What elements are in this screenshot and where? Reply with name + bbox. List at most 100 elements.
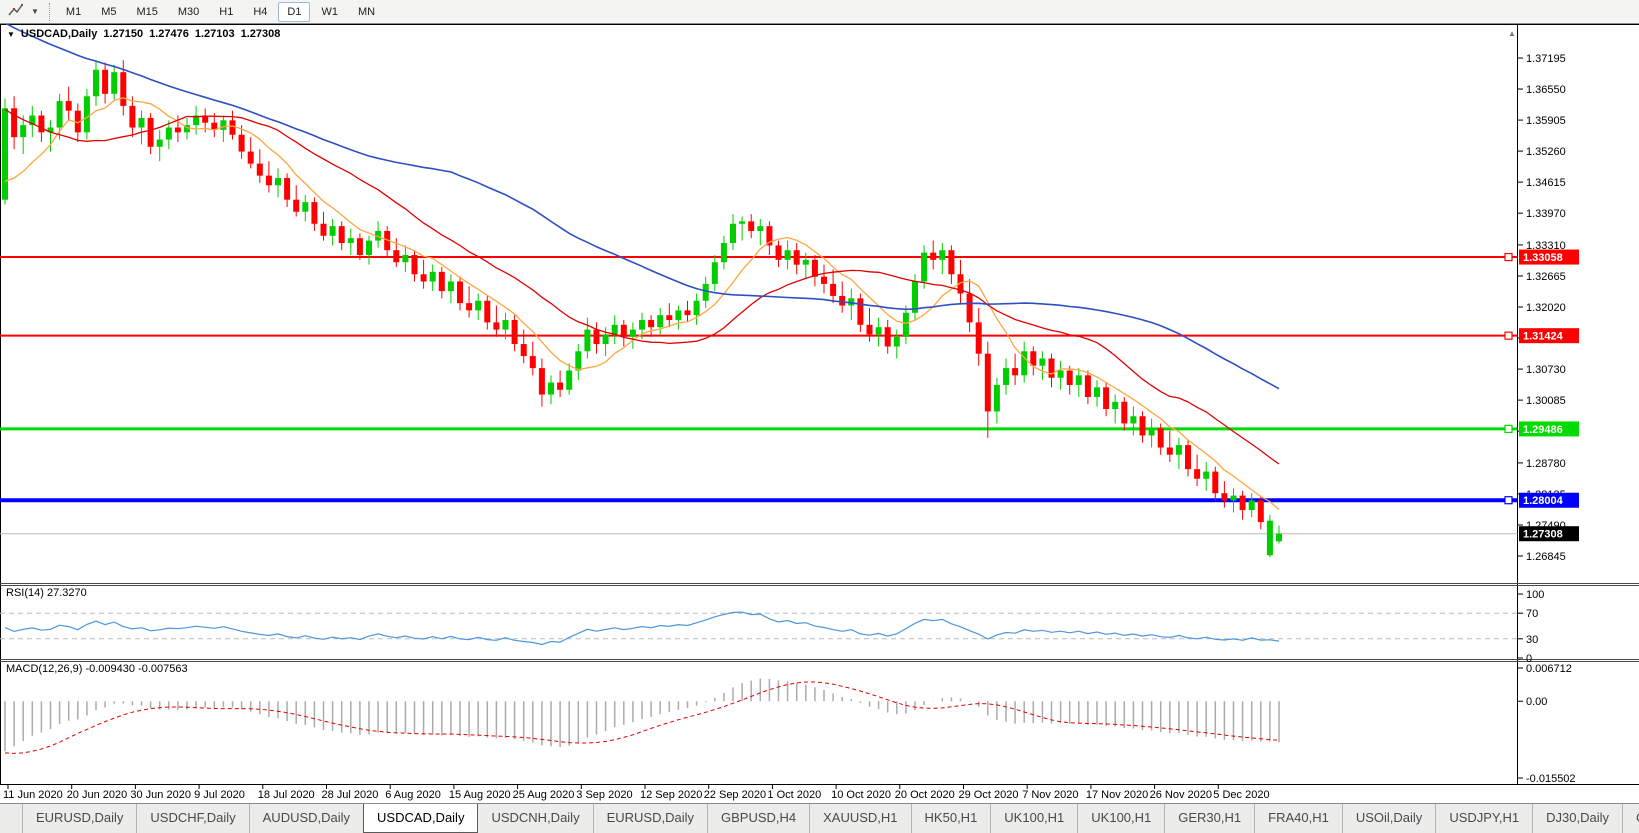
chart-tab[interactable]: USDCNH,Daily [478,804,592,833]
candle [1049,358,1055,377]
candle [812,260,818,277]
chart-header: ▼ USDCAD,Daily 1.27150 1.27476 1.27103 1… [7,28,280,40]
chart-tab[interactable]: FRA40,H1 [1254,804,1342,833]
candle [757,226,763,231]
toolbar-grip-separator [49,3,50,21]
timeframe-button[interactable]: M30 [169,2,208,22]
date-tick-label: 15 Aug 2020 [449,789,511,801]
ohlc-open: 1.27150 [103,28,143,40]
candle [66,101,72,111]
candle [484,301,490,323]
rsi-line [5,612,1279,644]
chart-tab[interactable]: CHINA300,H1 [1622,804,1639,833]
candle [157,140,163,147]
macd-tick-label: 0.00 [1526,696,1547,708]
chart-tab[interactable]: USOil,Daily [1342,804,1435,833]
timeframe-button[interactable]: MN [349,2,384,22]
chart-tab[interactable]: USDCAD,Daily [363,804,478,833]
candle [894,337,900,347]
chart-tab[interactable]: UK100,H1 [1077,804,1164,833]
date-tick-label: 20 Oct 2020 [895,789,955,801]
chart-line-tool-icon [8,3,24,17]
date-tick-label: 12 Sep 2020 [640,789,702,801]
level-price-label-text: 1.33058 [1523,252,1563,264]
rsi-tick-label: 100 [1526,589,1544,601]
candle [1249,500,1255,510]
chart-tab[interactable]: EURUSD,Daily [593,804,707,833]
level-marker[interactable] [1505,425,1512,432]
timeframe-button[interactable]: W1 [312,2,347,22]
candle [20,125,26,137]
timeframe-button[interactable]: D1 [278,2,310,22]
timeframe-button[interactable]: M1 [57,2,90,22]
scroll-up-icon[interactable]: ▲ [1508,29,1516,38]
candle [102,70,108,94]
candle [493,322,499,329]
chart-tab[interactable]: USDCHF,Daily [136,804,248,833]
chart-tool-dropdown-icon[interactable]: ▼ [28,2,42,22]
date-tick-label: 18 Jul 2020 [258,789,315,801]
chart-tab[interactable]: DJ30,Daily [1532,804,1622,833]
chart-tab[interactable]: EURUSD,Daily [22,804,136,833]
chart-tab[interactable]: AUDUSD,Daily [249,804,363,833]
level-price-label-text: 1.28004 [1523,495,1564,507]
chart-tab[interactable]: HK50,H1 [911,804,991,833]
collapse-ohlc-icon[interactable]: ▼ [7,30,15,39]
timeframe-button[interactable]: M5 [92,2,125,22]
candle [93,70,99,96]
date-tick-label: 17 Nov 2020 [1086,789,1148,801]
rsi-tick-label: 30 [1526,634,1538,646]
candle [730,224,736,243]
candle [1240,496,1246,510]
candle [584,330,590,352]
candle [857,298,863,324]
level-marker[interactable] [1505,332,1512,339]
candle [521,344,527,356]
candle [985,354,991,412]
candle [1112,402,1118,409]
candle [421,274,427,281]
price-tick-label: 1.26845 [1526,551,1566,563]
candle [357,238,363,255]
level-marker[interactable] [1505,497,1512,504]
candle [557,383,563,390]
chart-tab[interactable]: GBPUSD,H4 [707,804,809,833]
candle [1003,368,1009,385]
candle [1030,351,1036,365]
candle [621,325,627,337]
candle [657,315,663,327]
chart-tab[interactable]: GER30,H1 [1164,804,1254,833]
price-tick-label: 1.35905 [1526,115,1566,127]
candle [685,310,691,315]
candle [867,325,873,335]
candle [666,315,672,320]
candle [129,106,135,128]
candle [475,301,481,311]
timeframe-buttons: M1 M5 M15 M30 H1 H4 D1 W1 MN [57,2,384,22]
chart-tab[interactable]: USDJPY,H1 [1435,804,1532,833]
level-price-label-text: 1.29486 [1523,424,1563,436]
price-chart-canvas[interactable]: 1.371951.365501.359051.352601.346151.339… [0,24,1639,803]
candle [412,255,418,274]
chart-tab[interactable]: UK100,H1 [990,804,1077,833]
timeframe-button[interactable]: H4 [244,2,276,22]
chart-tabs-bar: EURUSD,Daily USDCHF,Daily AUDUSD,Daily U… [0,803,1639,833]
price-tick-label: 1.28780 [1526,458,1566,470]
candle [239,135,245,152]
candle [1121,402,1127,424]
chart-tab[interactable]: XAUUSD,H1 [809,804,910,833]
timeframe-button[interactable]: M15 [127,2,166,22]
date-tick-label: 6 Aug 2020 [385,789,441,801]
candle [284,178,290,200]
macd-tick-label: 0.006712 [1526,663,1572,675]
candle [1203,472,1209,479]
candle [448,281,454,291]
chart-line-tool-button[interactable] [4,1,28,23]
candle [830,284,836,296]
candle [1158,428,1164,447]
candle [1140,416,1146,435]
level-marker[interactable] [1505,254,1512,261]
timeframe-button[interactable]: H1 [210,2,242,22]
candle [1039,358,1045,365]
candle [1058,371,1064,378]
